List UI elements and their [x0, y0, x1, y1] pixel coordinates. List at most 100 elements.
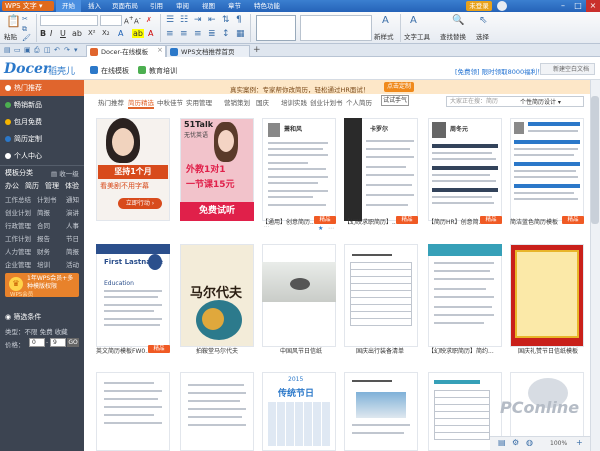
numbered-list-icon[interactable]: ☷	[180, 15, 188, 25]
sidebar-item-new[interactable]: 畅销新品	[0, 97, 84, 113]
char-shading-icon[interactable]: A	[148, 29, 153, 38]
avatar[interactable]	[497, 1, 507, 11]
indent-icon[interactable]: ⇥	[194, 15, 202, 25]
docer-logo[interactable]: Docer	[4, 61, 50, 77]
maximize-button[interactable]: □	[571, 0, 585, 12]
highlight-icon[interactable]: ab	[132, 29, 144, 38]
undo-icon[interactable]: ↶	[54, 46, 60, 54]
line-spacing-icon[interactable]: ↕	[222, 29, 230, 39]
ad1-button[interactable]: 立即行动 ›	[118, 198, 162, 209]
promo-link[interactable]: [免费领] 限时领取8000福利！	[455, 66, 544, 76]
menu-features[interactable]: 特色功能	[254, 0, 280, 12]
subcategory[interactable]: 行政管理	[5, 220, 31, 230]
tab-docer[interactable]: Docer-在线模板	[86, 45, 166, 57]
grow-font-icon[interactable]: A+	[124, 16, 134, 25]
subcategory[interactable]: 财务	[37, 246, 50, 256]
filter-type[interactable]: 类型：不限 免费 收藏	[5, 326, 68, 336]
copy-icon[interactable]: ⧉	[22, 25, 27, 34]
subcategory[interactable]: 人力管理	[5, 246, 31, 256]
category-resume[interactable]: 简历	[25, 181, 39, 191]
subcategory[interactable]: 工作计划	[5, 233, 31, 243]
subcategory[interactable]: 报告	[37, 233, 50, 243]
font-name-select[interactable]	[40, 15, 98, 26]
show-marks-icon[interactable]: ¶	[236, 15, 242, 25]
banner-button[interactable]: 点击定制	[384, 82, 414, 92]
tab-training[interactable]: 培训实践	[281, 97, 307, 107]
sidebar-item-resume-custom[interactable]: 简历定制	[0, 131, 84, 147]
settings-icon[interactable]: ⚙	[512, 438, 519, 447]
view-mode-icon[interactable]: ▤	[498, 438, 506, 447]
category-manage[interactable]: 管理	[45, 181, 59, 191]
font-size-select[interactable]	[100, 15, 122, 26]
subcategory[interactable]: 简报	[37, 207, 50, 217]
menu-page-layout[interactable]: 页面布局	[112, 0, 138, 12]
template-label[interactable]: 拍鞍堂马尔代夫	[196, 346, 270, 355]
tab-personal-resume[interactable]: 个人简历	[346, 97, 372, 107]
new-style-icon[interactable]: A	[382, 15, 389, 26]
sidebar-item-hot[interactable]: 热门推荐	[0, 80, 84, 96]
login-button[interactable]: 未登录	[466, 1, 492, 11]
format-painter-icon[interactable]: 🖌	[22, 34, 31, 42]
zoom-in-icon[interactable]: +	[576, 438, 583, 447]
close-button[interactable]: ×	[586, 0, 600, 12]
subcategory[interactable]: 工作总结	[5, 194, 31, 204]
collapse-toggle[interactable]: ▤ 收一级	[51, 168, 79, 178]
web-icon[interactable]: ◍	[526, 438, 533, 447]
style-gallery[interactable]	[300, 15, 372, 41]
subcategory[interactable]: 企业管理	[5, 259, 31, 269]
zoom-level[interactable]: 100%	[550, 440, 567, 447]
subcategory[interactable]: 计划书	[37, 194, 57, 204]
paste-icon[interactable]: 📋	[6, 14, 21, 28]
category-office[interactable]: 办公	[5, 181, 19, 191]
template-label[interactable]: 国庆出行装备清单	[356, 346, 430, 355]
bold-icon[interactable]: B	[40, 29, 46, 38]
superscript-icon[interactable]: X²	[88, 29, 96, 37]
outdent-icon[interactable]: ⇤	[208, 15, 216, 25]
more-icon[interactable]: ▾	[74, 46, 78, 54]
subcategory[interactable]: 合同	[37, 220, 50, 230]
subcategory[interactable]: 通知	[66, 194, 79, 204]
menu-home[interactable]: 开始	[56, 0, 81, 12]
bullet-list-icon[interactable]: ☰	[166, 15, 174, 25]
sort-icon[interactable]: ⇅	[222, 15, 230, 25]
menu-review[interactable]: 审阅	[176, 0, 189, 12]
open-folder-icon[interactable]: ▭	[14, 46, 21, 54]
tab-marketing[interactable]: 营销策划	[224, 97, 250, 107]
nav-education[interactable]: 教育培训	[149, 66, 177, 76]
subcategory[interactable]: 节日	[66, 233, 79, 243]
template-label[interactable]: 【通用】创意简历...	[262, 217, 314, 226]
select-button[interactable]: 选择	[476, 31, 489, 41]
template-label[interactable]: 简洁蓝色简历模板	[510, 217, 562, 226]
text-tool-button[interactable]: 文字工具	[404, 31, 430, 41]
align-left-icon[interactable]: ≡	[166, 29, 174, 39]
template-label[interactable]: 英文简历模板FW0...	[96, 346, 148, 355]
font-color-icon[interactable]: A	[118, 29, 123, 38]
new-tab-icon[interactable]: +	[253, 45, 261, 55]
price-go-button[interactable]: GO	[67, 338, 79, 347]
tab-mid-autumn[interactable]: 中秋佳节	[157, 97, 183, 107]
subcategory[interactable]: 演讲	[66, 207, 79, 217]
strikethrough-icon[interactable]: ab	[72, 29, 82, 38]
save-icon[interactable]: ▣	[24, 46, 31, 54]
tab-wps-home[interactable]: WPS文档推荐首页	[166, 45, 250, 57]
search-input[interactable]: 大家正在搜：简历	[446, 96, 584, 107]
subscript-icon[interactable]: X₂	[102, 29, 110, 37]
app-menu-button[interactable]: WPS 文字 ▾	[2, 1, 54, 11]
new-style-button[interactable]: 新样式	[374, 31, 394, 41]
cut-icon[interactable]: ✂	[22, 15, 28, 23]
tab-business-plan[interactable]: 创业计划书	[310, 97, 343, 107]
select-icon[interactable]: ⇖	[479, 15, 487, 26]
borders-icon[interactable]: ▦	[236, 29, 245, 39]
try-luck-button[interactable]: 试试手气	[381, 95, 409, 106]
favorite-icon[interactable]: ★	[318, 225, 323, 232]
ad2-button[interactable]: 免费试听	[180, 202, 254, 221]
underline-icon[interactable]: U	[60, 29, 66, 38]
search-scope-select[interactable]: 个性简历设计 ▾	[520, 97, 561, 106]
align-right-icon[interactable]: ≡	[194, 29, 202, 39]
subcategory[interactable]: 创业计划	[5, 207, 31, 217]
new-doc-icon[interactable]: ▤	[4, 46, 11, 54]
scrollbar-thumb[interactable]	[591, 96, 599, 224]
tab-national-day[interactable]: 国庆	[256, 97, 269, 107]
preview-icon[interactable]: ◫	[44, 46, 51, 54]
menu-chapter[interactable]: 章节	[228, 0, 241, 12]
